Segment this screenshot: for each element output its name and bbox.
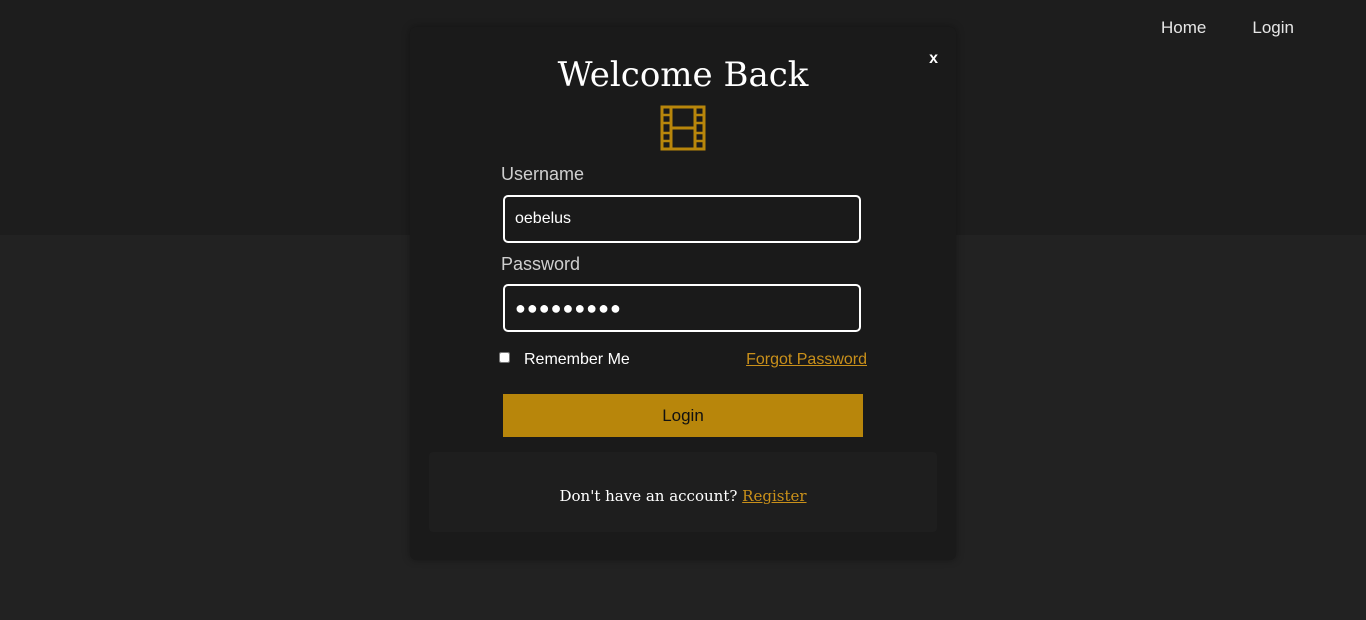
register-link[interactable]: Register: [742, 487, 806, 505]
forgot-password-link[interactable]: Forgot Password: [746, 351, 867, 369]
remember-row: Remember Me Forgot Password: [499, 351, 867, 372]
register-prompt-row: Don't have an account? Register: [429, 487, 937, 505]
password-label: Password: [501, 254, 581, 274]
remember-me-label: Remember Me: [524, 351, 630, 368]
register-prompt: Don't have an account?: [559, 487, 738, 505]
remember-me-checkbox[interactable]: [499, 352, 510, 363]
username-label: Username: [501, 164, 585, 184]
film-icon: [660, 105, 706, 151]
nav-login-link[interactable]: Login: [1252, 18, 1294, 38]
register-footer: Don't have an account? Register: [429, 452, 937, 532]
login-button[interactable]: Login: [503, 394, 863, 437]
username-input[interactable]: [503, 195, 861, 243]
top-navigation: Home Login: [1161, 18, 1294, 38]
login-modal: x Welcome Back Username Password Remembe…: [410, 27, 956, 560]
password-input[interactable]: [503, 284, 861, 332]
modal-title: Welcome Back: [557, 55, 809, 95]
nav-home-link[interactable]: Home: [1161, 18, 1206, 38]
